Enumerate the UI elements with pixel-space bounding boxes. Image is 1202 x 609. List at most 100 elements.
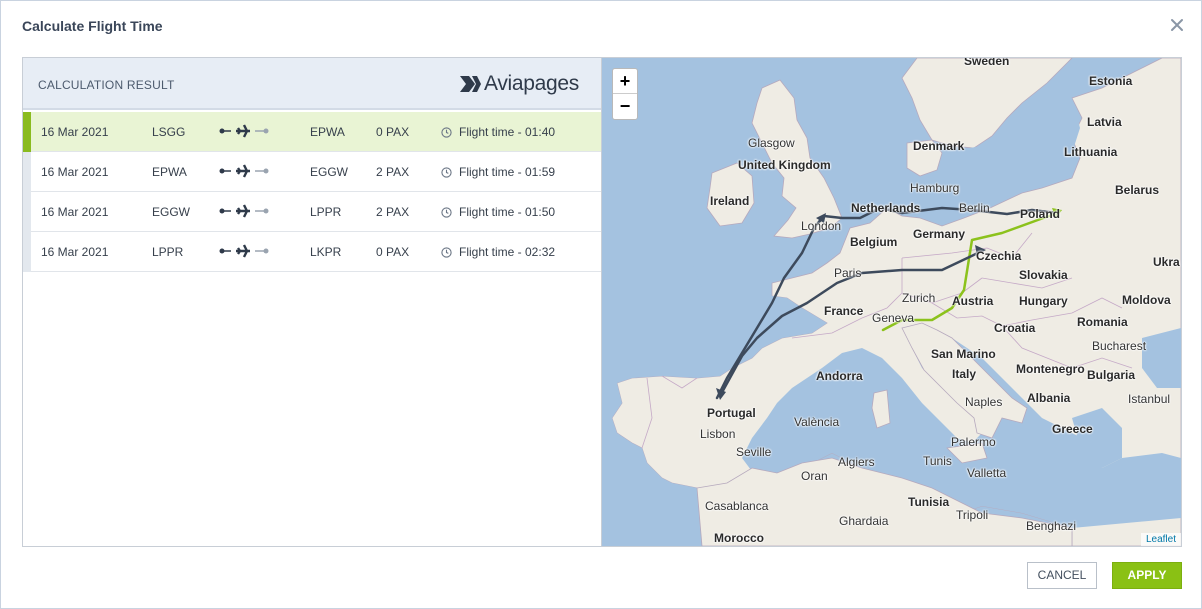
map-label: Poland <box>1020 207 1061 221</box>
clock-icon <box>441 206 452 218</box>
aviapages-logo-icon <box>460 76 481 92</box>
leg-pax: 0 PAX <box>376 245 410 259</box>
map-label: Algiers <box>838 455 875 469</box>
aviapages-logo: Aviapages <box>459 71 579 97</box>
map-label: Casablanca <box>705 499 769 513</box>
map-label: Morocco <box>714 531 765 545</box>
row-indicator <box>23 192 31 232</box>
map-label: Geneva <box>872 311 915 325</box>
flight-route-icon <box>219 123 269 139</box>
leg-date: 16 Mar 2021 <box>41 245 109 259</box>
map-label: Montenegro <box>1016 362 1085 376</box>
leg-departure: LSGG <box>152 125 186 139</box>
map-label: Bucharest <box>1092 339 1147 353</box>
row-indicator <box>23 152 31 192</box>
map-label: Lithuania <box>1064 145 1118 159</box>
map-label: Sweden <box>964 58 1010 68</box>
clock-icon <box>441 126 452 138</box>
close-icon[interactable] <box>1167 15 1187 35</box>
leg-flight-time: Flight time - 01:40 <box>441 125 555 139</box>
map-label: Greece <box>1052 422 1093 436</box>
map-label: Hungary <box>1019 294 1068 308</box>
zoom-in-button[interactable]: + <box>613 69 637 94</box>
leg-flight-time: Flight time - 01:59 <box>441 165 555 179</box>
zoom-control: + − <box>612 68 638 120</box>
clock-icon <box>441 166 452 178</box>
map-label: Lisbon <box>700 427 736 441</box>
leaflet-attribution-link[interactable]: Leaflet <box>1140 533 1181 546</box>
apply-button[interactable]: APPLY <box>1112 562 1182 589</box>
map-label: Romania <box>1077 315 1128 329</box>
map-label: Tripoli <box>956 508 989 522</box>
cancel-button[interactable]: CANCEL <box>1027 562 1097 589</box>
map-label: London <box>801 219 842 233</box>
flight-leg-row[interactable]: 16 Mar 2021 EGGW LPPR 2 PAX Flight time … <box>23 192 601 232</box>
map-label: Ghardaia <box>839 514 889 528</box>
map-label: Andorra <box>816 369 863 383</box>
map-label: Bulgaria <box>1087 368 1136 382</box>
map-label: Latvia <box>1087 115 1122 129</box>
dialog-title: Calculate Flight Time <box>22 18 163 34</box>
map-label: Netherlands <box>851 201 921 215</box>
map-label: Hamburg <box>910 181 960 195</box>
map-tiles <box>602 58 1181 546</box>
leg-flight-time: Flight time - 02:32 <box>441 245 555 259</box>
leg-flight-time: Flight time - 01:50 <box>441 205 555 219</box>
map-label: Glasgow <box>748 136 795 150</box>
map-label: Czechia <box>976 249 1022 263</box>
map-label: Denmark <box>913 139 965 153</box>
map-label: Ukra <box>1153 255 1180 269</box>
route-map[interactable]: Sweden Estonia Latvia Lithuania Belarus … <box>602 58 1181 546</box>
map-label: Istanbul <box>1128 392 1171 406</box>
flight-legs-list: 16 Mar 2021 LSGG EPWA 0 PAX Flight time … <box>23 112 601 272</box>
map-label: Albania <box>1027 391 1071 405</box>
map-label: Tunisia <box>908 495 950 509</box>
flight-leg-row[interactable]: 16 Mar 2021 LSGG EPWA 0 PAX Flight time … <box>23 112 601 152</box>
leg-date: 16 Mar 2021 <box>41 205 109 219</box>
flight-route-icon <box>219 163 269 179</box>
leg-flight-time-text: Flight time - 02:32 <box>459 245 556 259</box>
map-label: Belarus <box>1115 183 1160 197</box>
clock-icon <box>441 246 452 258</box>
map-label: Valletta <box>967 466 1007 480</box>
map-label: Austria <box>952 294 994 308</box>
leg-departure: EPWA <box>152 165 187 179</box>
map-label: Estonia <box>1089 74 1133 88</box>
map-label: Oran <box>801 469 828 483</box>
flight-leg-row[interactable]: 16 Mar 2021 EPWA EGGW 2 PAX Flight time … <box>23 152 601 192</box>
leg-date: 16 Mar 2021 <box>41 125 109 139</box>
map-label: Benghazi <box>1026 519 1077 533</box>
map-label: Moldova <box>1122 293 1171 307</box>
result-heading: CALCULATION RESULT <box>38 78 175 92</box>
aviapages-logo-text: Aviapages <box>484 72 579 95</box>
map-label: Germany <box>913 227 966 241</box>
content-panel: CALCULATION RESULT Aviapages 16 Mar 2021… <box>22 57 1182 547</box>
map-label: Slovakia <box>1019 268 1068 282</box>
leg-arrival: LPPR <box>310 205 342 219</box>
map-label: Naples <box>965 395 1003 409</box>
map-label: Berlin <box>959 201 990 215</box>
row-indicator <box>23 232 31 272</box>
map-label: San Marino <box>931 347 996 361</box>
leg-arrival: EPWA <box>310 125 345 139</box>
zoom-out-button[interactable]: − <box>613 94 637 119</box>
map-label: Portugal <box>707 406 756 420</box>
map-label: Croatia <box>994 321 1036 335</box>
leg-flight-time-text: Flight time - 01:40 <box>459 125 556 139</box>
map-label: France <box>824 304 864 318</box>
map-label: València <box>794 415 840 429</box>
map-label: Seville <box>736 445 772 459</box>
result-header: CALCULATION RESULT Aviapages <box>23 58 601 110</box>
calculation-panel: CALCULATION RESULT Aviapages 16 Mar 2021… <box>23 58 602 546</box>
leg-departure: EGGW <box>152 205 190 219</box>
leg-pax: 2 PAX <box>376 165 410 179</box>
leg-arrival: LKPR <box>310 245 342 259</box>
flight-route-icon <box>219 203 269 219</box>
leg-flight-time-text: Flight time - 01:59 <box>459 165 556 179</box>
map-label: Ireland <box>710 194 750 208</box>
map-label: United Kingdom <box>738 158 831 172</box>
leg-pax: 2 PAX <box>376 205 410 219</box>
flight-leg-row[interactable]: 16 Mar 2021 LPPR LKPR 0 PAX Flight time … <box>23 232 601 272</box>
map-label: Palermo <box>951 435 996 449</box>
map-label: Zurich <box>902 291 936 305</box>
